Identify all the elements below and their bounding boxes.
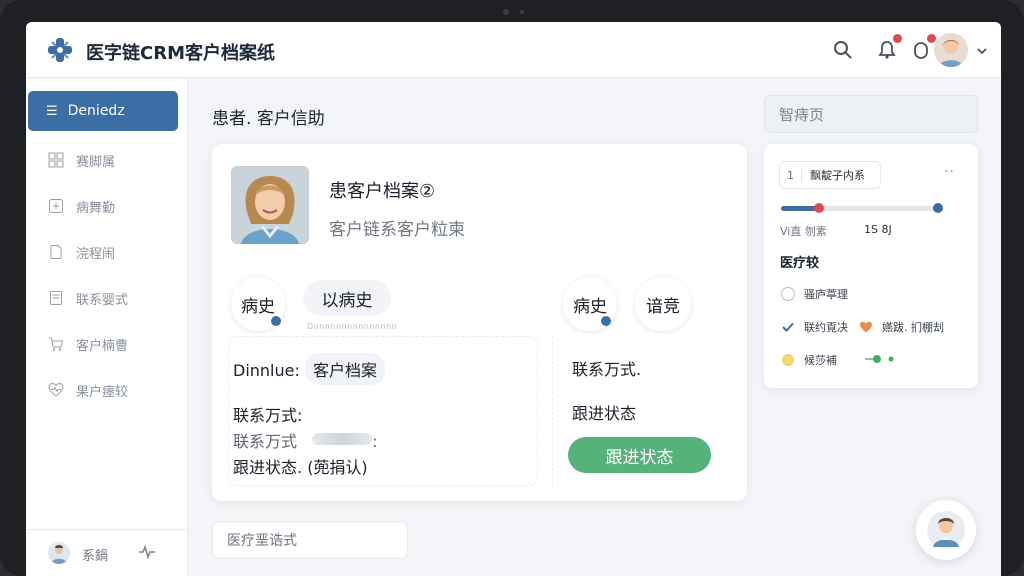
section-title: 医疗较 — [780, 256, 820, 271]
bell-badge — [893, 34, 902, 43]
sidebar-item-label: 病舞勤 — [76, 200, 116, 216]
sidebar-item-label: 联系婴式 — [76, 292, 129, 308]
app-title: 医字链CRM客户档案纸 — [86, 43, 275, 64]
info-row-2: 联系万式: — [233, 406, 303, 425]
sidebar-item-5[interactable]: 客户楠曹 — [48, 333, 128, 355]
sidebar-item-label: 浣程闹 — [76, 246, 116, 262]
notification-icon[interactable] — [908, 34, 936, 63]
sidebar-item-active[interactable]: ☰ Deniedz — [28, 91, 178, 131]
sidebar-item-2[interactable]: 病舞勤 — [48, 195, 115, 217]
notification-badge — [927, 34, 936, 43]
yellow-dot-icon — [780, 352, 796, 368]
checklist-label: 骚庐葶理 — [804, 288, 848, 301]
pill-label: 谙竞 — [646, 296, 680, 317]
redacted-value — [312, 433, 372, 445]
info-row-1: Dinnlue: 客户档案 — [233, 353, 385, 385]
row-label: 联系万式 — [233, 432, 298, 451]
sensor-dot — [520, 10, 524, 14]
checklist-extra: 嬿跋. 扪棚刦 — [882, 321, 944, 334]
chip-number: 1 — [780, 168, 802, 182]
sidebar-item-1[interactable]: 赛脚属 — [48, 149, 115, 171]
device-bezel: 医字链CRM客户档案纸 ☰ Deniedz 赛脚属 病舞勤 浣程闹 联系婴式 客… — [0, 0, 1024, 576]
stat-right: 1S 8J — [864, 223, 892, 236]
empty-circle-icon — [780, 286, 796, 302]
bell-icon[interactable] — [874, 34, 902, 63]
row-label: Dinnlue: — [233, 361, 300, 380]
sidebar-item-label: 客户楠曹 — [76, 338, 129, 354]
progress-track — [781, 203, 943, 213]
sidebar-item-label: Deniedz — [67, 103, 125, 119]
stat-left: Vi直 刎素 — [780, 225, 827, 238]
user-avatar[interactable] — [934, 33, 968, 67]
right-row-followup: 跟进状态 — [572, 404, 637, 423]
checklist-row-1[interactable]: 骚庐葶理 — [780, 285, 848, 303]
more-icon[interactable]: ·· — [944, 164, 955, 180]
faint-caption: Dnnnnnnnnnnnnnnn — [307, 322, 398, 331]
card-subtitle: 客户链系客户粒柬 — [329, 220, 465, 240]
pill-label: 以病史 — [321, 290, 373, 311]
tag-pill-competition[interactable]: 谙竞 — [635, 277, 691, 331]
heart-icon — [858, 319, 874, 335]
chevron-down-icon[interactable] — [976, 42, 988, 61]
grid-icon — [48, 152, 64, 168]
row-value-tag: 客户档案 — [304, 353, 385, 385]
sidebar-item-label: 果户瘗较 — [76, 384, 129, 400]
plus-box-icon — [48, 198, 64, 214]
sidebar-footer: 系鍋 — [26, 529, 188, 576]
tag-pill-past-history[interactable]: 以病史 — [303, 280, 391, 316]
check-icon — [780, 319, 796, 335]
right-row-contact: 联系万式. — [572, 360, 642, 379]
right-search-input[interactable]: 智痔页 — [764, 95, 978, 133]
checklist-label: 候莎補 — [804, 354, 837, 367]
search-icon[interactable] — [830, 37, 856, 63]
bookmark-icon — [48, 290, 64, 306]
row-label: 跟进状态. — [233, 458, 303, 477]
chip-label: 飘靛子内系 — [810, 169, 865, 182]
bottom-search-input[interactable]: 医疗垩诰式 — [212, 521, 408, 559]
patient-card: 患客户档案② 客户链系客户粒柬 病史 以病史 Dnnnnnnnnnnnnnnn … — [212, 144, 747, 501]
checklist-row-2[interactable]: 联约覔决 嬿跋. 扪棚刦 — [780, 318, 944, 336]
pulse-icon[interactable] — [138, 544, 156, 564]
cart-icon — [48, 336, 64, 352]
menu-icon: ☰ — [46, 103, 58, 119]
summary-chip[interactable]: 1 飘靛子内系 — [779, 161, 881, 189]
summary-card: 1 飘靛子内系 ·· Vi直 刎素 1S 8J 医疗较 骚庐葶理 联约覔决 嬿跋… — [764, 144, 978, 388]
row-suffix: : — [372, 432, 378, 451]
sidebar: ☰ Deniedz 赛脚属 病舞勤 浣程闹 联系婴式 客户楠曹 果户瘗较 系鍋 — [26, 79, 188, 576]
followup-status-button[interactable]: 跟进状态 — [568, 437, 711, 473]
footer-label: 系鍋 — [82, 549, 109, 564]
status-dot — [271, 316, 281, 326]
status-dot — [601, 316, 611, 326]
info-row-4: 跟进状态. (蔸捐认) — [233, 454, 368, 478]
checklist-row-3[interactable]: 候莎補 — [780, 351, 897, 369]
sidebar-item-3[interactable]: 浣程闹 — [48, 241, 115, 263]
medical-cross-logo-icon — [46, 36, 74, 64]
sidebar-item-label: 赛脚属 — [76, 154, 116, 170]
page-title: 患者. 客户信助 — [212, 109, 325, 129]
doctor-avatar[interactable] — [48, 542, 70, 564]
sidebar-item-6[interactable]: 果户瘗较 — [48, 379, 128, 401]
heart-pulse-icon — [48, 382, 64, 398]
assistant-avatar-button[interactable] — [916, 500, 976, 560]
pill-label: 病史 — [241, 296, 275, 317]
pill-label: 病史 — [573, 296, 607, 317]
progress-end-marker[interactable] — [933, 203, 943, 213]
checklist-label: 联约覔决 — [804, 321, 848, 334]
green-indicator-icon — [863, 354, 897, 367]
row-value: (蔸捐认) — [307, 458, 368, 477]
card-title: 患客户档案② — [329, 181, 436, 202]
app-screen: 医字链CRM客户档案纸 ☰ Deniedz 赛脚属 病舞勤 浣程闹 联系婴式 客… — [26, 22, 1001, 576]
document-icon — [48, 244, 64, 260]
camera-dot — [503, 9, 509, 15]
progress-marker[interactable] — [813, 203, 824, 213]
top-header: 医字链CRM客户档案纸 — [26, 22, 1001, 78]
patient-photo — [231, 166, 309, 244]
sidebar-item-4[interactable]: 联系婴式 — [48, 287, 128, 309]
